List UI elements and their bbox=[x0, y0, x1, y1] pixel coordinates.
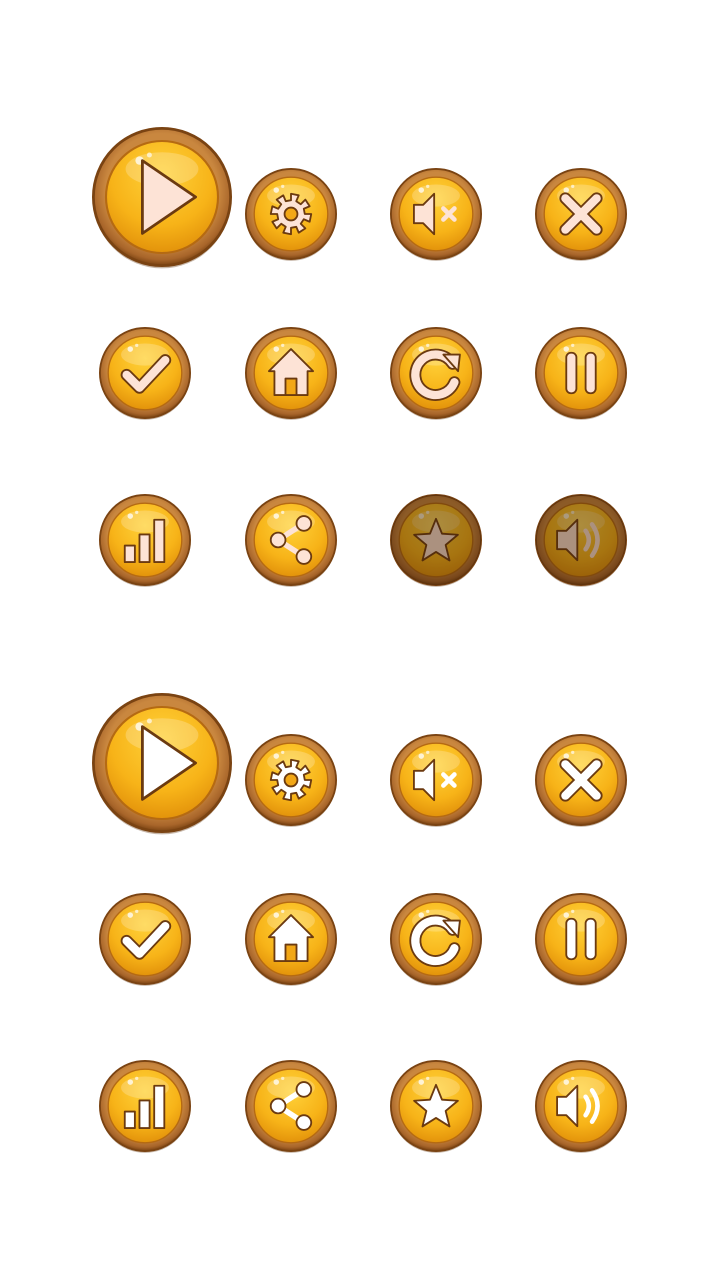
close-button[interactable] bbox=[535, 734, 627, 827]
pause-icon bbox=[535, 893, 627, 986]
gear-icon bbox=[245, 734, 337, 827]
stats-button[interactable] bbox=[99, 494, 191, 587]
close-icon bbox=[535, 168, 627, 261]
sound-button bbox=[535, 494, 627, 587]
restart-button[interactable] bbox=[390, 327, 482, 420]
stats-icon bbox=[99, 1060, 191, 1153]
mute-button[interactable] bbox=[390, 734, 482, 827]
share-icon bbox=[245, 494, 337, 587]
sound-off-icon bbox=[390, 734, 482, 827]
restart-icon bbox=[390, 327, 482, 420]
sound-button[interactable] bbox=[535, 1060, 627, 1153]
pause-icon bbox=[535, 327, 627, 420]
rate-button[interactable] bbox=[390, 1060, 482, 1153]
check-icon bbox=[99, 893, 191, 986]
pause-button[interactable] bbox=[535, 893, 627, 986]
play-icon bbox=[92, 127, 232, 269]
home-icon bbox=[245, 327, 337, 420]
share-icon bbox=[245, 1060, 337, 1153]
play-button[interactable] bbox=[92, 693, 232, 835]
check-icon bbox=[99, 327, 191, 420]
sound-on-icon bbox=[535, 494, 627, 587]
gear-icon bbox=[245, 168, 337, 261]
home-button[interactable] bbox=[245, 893, 337, 986]
rate-button bbox=[390, 494, 482, 587]
mute-button[interactable] bbox=[390, 168, 482, 261]
restart-button[interactable] bbox=[390, 893, 482, 986]
settings-button[interactable] bbox=[245, 168, 337, 261]
close-icon bbox=[535, 734, 627, 827]
pause-button[interactable] bbox=[535, 327, 627, 420]
stats-icon bbox=[99, 494, 191, 587]
share-button[interactable] bbox=[245, 1060, 337, 1153]
close-button[interactable] bbox=[535, 168, 627, 261]
play-button[interactable] bbox=[92, 127, 232, 269]
share-button[interactable] bbox=[245, 494, 337, 587]
sound-off-icon bbox=[390, 168, 482, 261]
confirm-button[interactable] bbox=[99, 327, 191, 420]
home-icon bbox=[245, 893, 337, 986]
play-icon bbox=[92, 693, 232, 835]
star-icon bbox=[390, 1060, 482, 1153]
sound-on-icon bbox=[535, 1060, 627, 1153]
stats-button[interactable] bbox=[99, 1060, 191, 1153]
settings-button[interactable] bbox=[245, 734, 337, 827]
button-sheet bbox=[0, 0, 719, 1280]
confirm-button[interactable] bbox=[99, 893, 191, 986]
home-button[interactable] bbox=[245, 327, 337, 420]
star-icon bbox=[390, 494, 482, 587]
restart-icon bbox=[390, 893, 482, 986]
